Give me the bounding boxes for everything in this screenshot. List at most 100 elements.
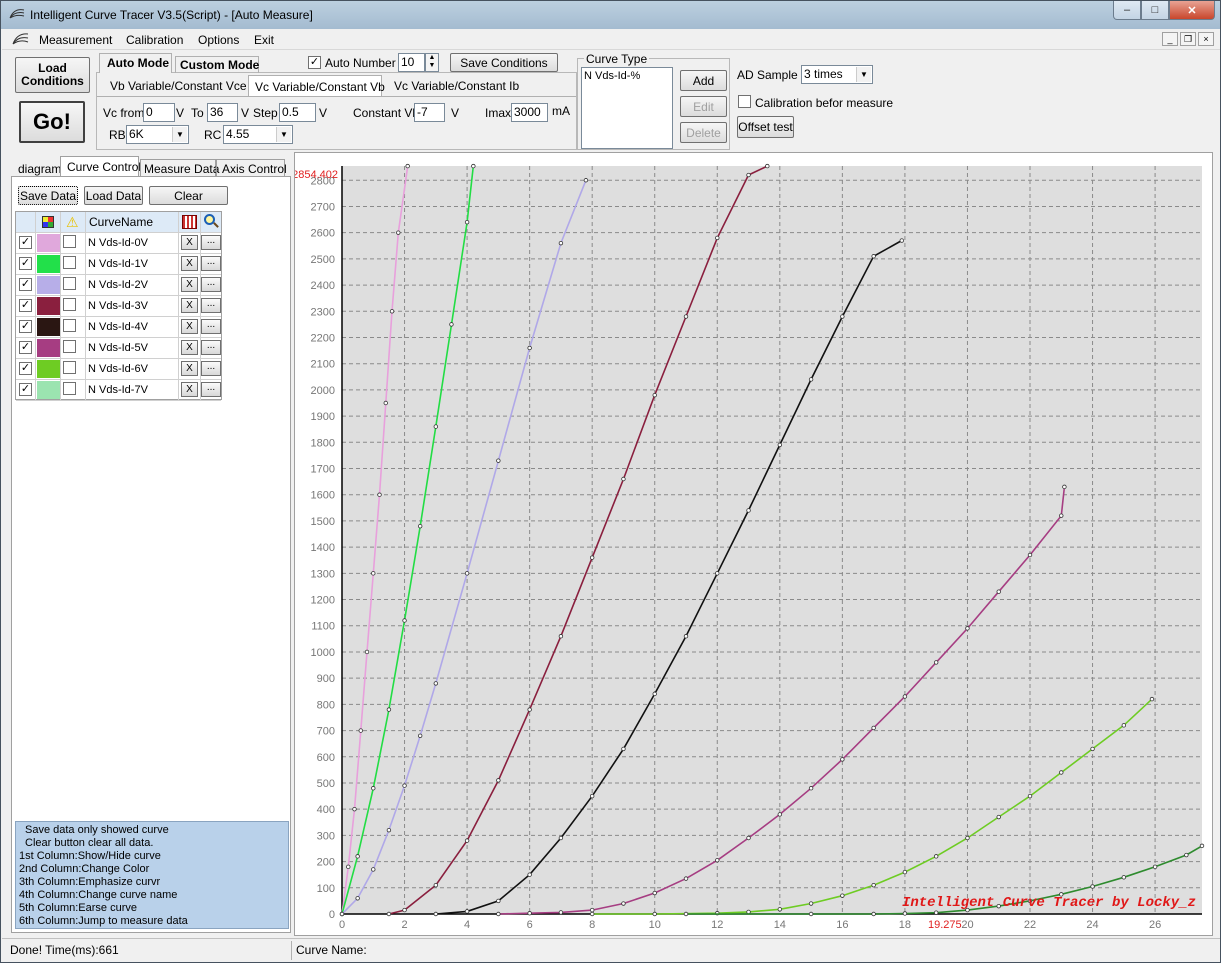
emphasize-checkbox[interactable] (63, 298, 76, 311)
curve-name[interactable]: N Vds-Id-0V (86, 233, 179, 254)
tab-auto-mode[interactable]: Auto Mode (99, 53, 172, 73)
curve-color-swatch[interactable] (37, 339, 60, 357)
auto-number-spinner[interactable]: ▲ ▼ (425, 53, 439, 72)
show-curve-checkbox[interactable]: ✓ (19, 299, 32, 312)
curve-color-swatch[interactable] (37, 255, 60, 273)
jump-data-button[interactable]: ... (201, 277, 221, 292)
tab-axis-control[interactable]: Axis Control (216, 159, 287, 177)
subtab-vc-variable-ib[interactable]: Vc Variable/Constant Ib (394, 79, 519, 93)
curve-name[interactable]: N Vds-Id-2V (86, 275, 179, 296)
save-data-button[interactable]: Save Data (18, 186, 78, 205)
tab-curve-control[interactable]: Curve Control (60, 156, 141, 177)
menu-measurement[interactable]: Measurement (39, 33, 112, 47)
menu-exit[interactable]: Exit (254, 33, 274, 47)
subtab-vb-variable[interactable]: Vb Variable/Constant Vce (110, 79, 247, 93)
show-curve-checkbox[interactable]: ✓ (19, 341, 32, 354)
jump-data-button[interactable]: ... (201, 340, 221, 355)
curve-row[interactable]: ✓ N Vds-Id-4V X... (16, 317, 221, 338)
emphasize-checkbox[interactable] (63, 256, 76, 269)
constant-vb-input[interactable]: -7 (414, 103, 445, 122)
emphasize-checkbox[interactable] (63, 319, 76, 332)
curve-color-swatch[interactable] (37, 234, 60, 252)
vc-from-input[interactable]: 0 (143, 103, 175, 122)
auto-number-checkbox[interactable]: ✓ (308, 56, 321, 69)
curve-row[interactable]: ✓ N Vds-Id-0V X... (16, 233, 221, 254)
emphasize-checkbox[interactable] (63, 277, 76, 290)
curve-color-swatch[interactable] (37, 381, 60, 399)
jump-data-button[interactable]: ... (201, 382, 221, 397)
show-curve-checkbox[interactable]: ✓ (19, 278, 32, 291)
curve-name[interactable]: N Vds-Id-7V (86, 380, 179, 401)
show-curve-checkbox[interactable]: ✓ (19, 257, 32, 270)
erase-curve-button[interactable]: X (181, 235, 198, 250)
curve-row[interactable]: ✓ N Vds-Id-7V X... (16, 380, 221, 401)
emphasize-checkbox[interactable] (63, 340, 76, 353)
jump-data-button[interactable]: ... (201, 235, 221, 250)
erase-curve-button[interactable]: X (181, 361, 198, 376)
jump-data-button[interactable]: ... (201, 256, 221, 271)
add-button[interactable]: Add (680, 70, 727, 91)
minimize-icon[interactable]: – (1113, 1, 1141, 20)
to-input[interactable]: 36 (207, 103, 238, 122)
menu-calibration[interactable]: Calibration (126, 33, 183, 47)
tab-diagram[interactable]: diagram (18, 162, 61, 176)
curve-row[interactable]: ✓ N Vds-Id-5V X... (16, 338, 221, 359)
ad-sample-select[interactable]: 3 times ▼ (801, 65, 873, 84)
curve-row[interactable]: ✓ N Vds-Id-2V X... (16, 275, 221, 296)
curve-row[interactable]: ✓ N Vds-Id-3V X... (16, 296, 221, 317)
clear-button[interactable]: Clear (149, 186, 228, 205)
close-icon[interactable]: ✕ (1169, 1, 1215, 20)
offset-test-button[interactable]: Offset test (737, 116, 794, 138)
jump-data-button[interactable]: ... (201, 298, 221, 313)
mdi-child-icon[interactable] (12, 32, 29, 46)
mdi-minimize-icon[interactable]: _ (1162, 32, 1178, 46)
curve-color-swatch[interactable] (37, 318, 60, 336)
curve-name[interactable]: N Vds-Id-5V (86, 338, 179, 359)
curve-name[interactable]: N Vds-Id-6V (86, 359, 179, 380)
auto-number-input[interactable]: 10 (398, 53, 425, 72)
edit-button[interactable]: Edit (680, 96, 727, 117)
show-curve-checkbox[interactable]: ✓ (19, 383, 32, 396)
curve-name[interactable]: N Vds-Id-1V (86, 254, 179, 275)
show-curve-checkbox[interactable]: ✓ (19, 362, 32, 375)
subtab-vc-variable-vb[interactable]: Vc Variable/Constant Vb (248, 75, 385, 97)
mdi-restore-icon[interactable]: ❐ (1180, 32, 1196, 46)
imax-input[interactable]: 3000 (511, 103, 548, 122)
calibration-checkbox[interactable] (738, 95, 751, 108)
delete-button[interactable]: Delete (680, 122, 727, 143)
erase-curve-button[interactable]: X (181, 277, 198, 292)
jump-data-button[interactable]: ... (201, 361, 221, 376)
go-button[interactable]: Go! (19, 101, 85, 143)
curve-plot[interactable]: 0 2 4 6 8 10 12 14 16 18 20 22 24 26 0 100 200 300 400 500 6… (292, 152, 1213, 936)
erase-curve-button[interactable]: X (181, 340, 198, 355)
jump-data-button[interactable]: ... (201, 319, 221, 334)
erase-curve-button[interactable]: X (181, 298, 198, 313)
menu-options[interactable]: Options (198, 33, 239, 47)
curve-name[interactable]: N Vds-Id-4V (86, 317, 179, 338)
curve-color-swatch[interactable] (37, 297, 60, 315)
curve-color-swatch[interactable] (37, 360, 60, 378)
load-data-button[interactable]: Load Data (84, 186, 143, 205)
tab-custom-mode[interactable]: Custom Mode (175, 56, 259, 73)
curve-row[interactable]: ✓ N Vds-Id-6V X... (16, 359, 221, 380)
erase-curve-button[interactable]: X (181, 382, 198, 397)
curve-name[interactable]: N Vds-Id-3V (86, 296, 179, 317)
tab-measure-data[interactable]: Measure Data (140, 159, 219, 177)
erase-curve-button[interactable]: X (181, 319, 198, 334)
maximize-icon[interactable]: □ (1141, 1, 1169, 20)
emphasize-checkbox[interactable] (63, 235, 76, 248)
curve-type-item[interactable]: N Vds-Id-% (584, 70, 670, 82)
curve-color-swatch[interactable] (37, 276, 60, 294)
show-curve-checkbox[interactable]: ✓ (19, 236, 32, 249)
emphasize-checkbox[interactable] (63, 361, 76, 374)
emphasize-checkbox[interactable] (63, 382, 76, 395)
curve-type-list[interactable]: N Vds-Id-% (581, 67, 673, 149)
show-curve-checkbox[interactable]: ✓ (19, 320, 32, 333)
erase-curve-button[interactable]: X (181, 256, 198, 271)
rb-select[interactable]: 6K ▼ (126, 125, 189, 144)
load-conditions-button[interactable]: Load Conditions (15, 57, 90, 93)
chart-svg[interactable]: 0 2 4 6 8 10 12 14 16 18 20 22 24 2601002003004005006… (292, 153, 1212, 935)
rc-select[interactable]: 4.55 ▼ (223, 125, 293, 144)
step-input[interactable]: 0.5 (279, 103, 316, 122)
mdi-close-icon[interactable]: × (1198, 32, 1214, 46)
